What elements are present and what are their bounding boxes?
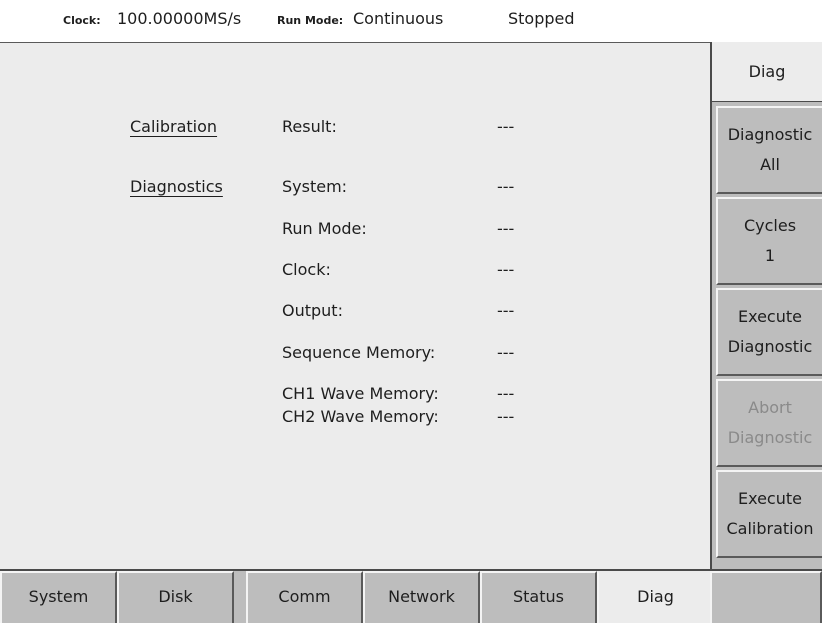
- execute-calibration-button-line1: Execute: [738, 489, 802, 508]
- status-bar: Clock: 100.00000MS/s Run Mode: Continuou…: [0, 0, 822, 42]
- diagnostic-all-button[interactable]: Diagnostic All: [716, 106, 822, 194]
- diag-ch2-wave-memory-value: ---: [497, 407, 515, 426]
- main-panel: Calibration Result: --- Diagnostics Syst…: [0, 42, 710, 569]
- clock-value: 100.00000MS/s: [117, 9, 242, 28]
- tab-disk[interactable]: Disk: [117, 571, 234, 623]
- execute-diagnostic-button-line1: Execute: [738, 307, 802, 326]
- side-menu: Diag Diagnostic All Cycles 1 Execute Dia…: [710, 42, 822, 569]
- diag-run-mode-label: Run Mode:: [282, 219, 367, 238]
- abort-diagnostic-button[interactable]: Abort Diagnostic: [716, 379, 822, 467]
- tab-comm[interactable]: Comm: [246, 571, 363, 623]
- diag-ch2-wave-memory-label: CH2 Wave Memory:: [282, 407, 439, 426]
- run-mode-value: Continuous: [353, 9, 444, 28]
- cycles-button-line1: Cycles: [743, 216, 797, 235]
- run-state: Stopped: [508, 9, 575, 28]
- diag-system-value: ---: [497, 177, 515, 196]
- calibration-result-label: Result:: [282, 117, 337, 136]
- diagnostics-section-label: Diagnostics: [130, 177, 223, 196]
- execute-calibration-button[interactable]: Execute Calibration: [716, 470, 822, 558]
- diag-clock-label: Clock:: [282, 260, 331, 279]
- diag-ch1-wave-memory-label: CH1 Wave Memory:: [282, 384, 439, 403]
- diag-system-label: System:: [282, 177, 348, 196]
- bottom-tab-bar: System Disk Comm Network Status Diag: [0, 569, 822, 623]
- tab-status[interactable]: Status: [480, 571, 597, 623]
- diagnostic-all-button-line1: Diagnostic: [727, 125, 813, 144]
- abort-diagnostic-button-line2: Diagnostic: [727, 428, 813, 447]
- side-menu-title: Diag: [712, 42, 822, 102]
- diag-clock-value: ---: [497, 260, 515, 279]
- diagnostic-all-button-line2: All: [760, 155, 780, 174]
- calibration-section-label: Calibration: [130, 117, 218, 136]
- diag-output-value: ---: [497, 301, 515, 320]
- tab-diag[interactable]: Diag: [597, 571, 714, 623]
- tab-system[interactable]: System: [0, 571, 117, 623]
- abort-diagnostic-button-line1: Abort: [748, 398, 792, 417]
- clock-label: Clock:: [63, 14, 101, 27]
- diag-sequence-memory-label: Sequence Memory:: [282, 343, 436, 362]
- execute-diagnostic-button-line2: Diagnostic: [727, 337, 813, 356]
- run-mode-label: Run Mode:: [277, 14, 344, 27]
- calibration-result-value: ---: [497, 117, 515, 136]
- execute-diagnostic-button[interactable]: Execute Diagnostic: [716, 288, 822, 376]
- execute-calibration-button-line2: Calibration: [726, 519, 814, 538]
- tab-blank[interactable]: [710, 571, 822, 623]
- diag-sequence-memory-value: ---: [497, 343, 515, 362]
- tab-network[interactable]: Network: [363, 571, 480, 623]
- diag-output-label: Output:: [282, 301, 343, 320]
- cycles-button[interactable]: Cycles 1: [716, 197, 822, 285]
- cycles-button-line2: 1: [764, 246, 776, 265]
- diag-run-mode-value: ---: [497, 219, 515, 238]
- diag-ch1-wave-memory-value: ---: [497, 384, 515, 403]
